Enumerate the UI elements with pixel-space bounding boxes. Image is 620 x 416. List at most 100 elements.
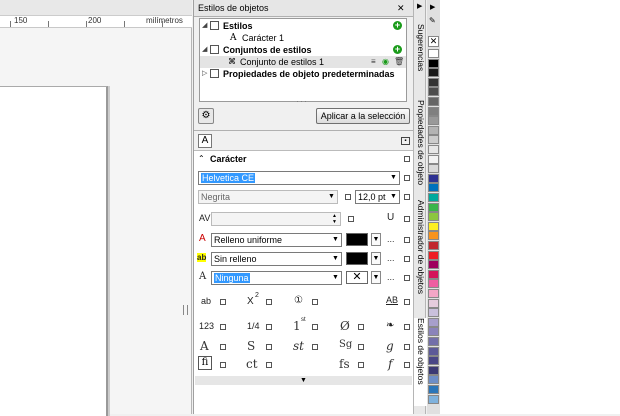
palette-swatch[interactable] bbox=[428, 202, 439, 212]
tree-item-style-set1[interactable]: ⌘ Conjunto de estilos 1 ≡ ◉ 🗑 bbox=[200, 56, 406, 68]
add-style-icon[interactable]: + bbox=[393, 21, 402, 30]
ordinals-checkbox[interactable] bbox=[312, 324, 318, 330]
tree-item-defaults[interactable]: ▷ Propiedades de objeto predeterminadas bbox=[200, 68, 406, 80]
fractions-checkbox[interactable] bbox=[266, 324, 272, 330]
case-checkbox[interactable] bbox=[220, 299, 226, 305]
palette-swatch[interactable] bbox=[428, 58, 439, 68]
ornaments-checkbox[interactable] bbox=[404, 324, 410, 330]
palette-swatch[interactable] bbox=[428, 241, 439, 250]
ordinal-circle-icon[interactable]: ① bbox=[294, 295, 303, 306]
document-page[interactable] bbox=[0, 86, 108, 416]
palette-swatch[interactable] bbox=[428, 327, 439, 337]
fill-more-button[interactable]: ... bbox=[387, 234, 395, 244]
slashed-zero-checkbox[interactable] bbox=[358, 324, 364, 330]
palette-swatch[interactable] bbox=[428, 125, 439, 135]
style-options-button[interactable]: ⚙ bbox=[198, 108, 214, 124]
font-style-checkbox[interactable] bbox=[345, 194, 351, 200]
character-tab-icon[interactable]: A bbox=[198, 134, 212, 148]
palette-swatch[interactable] bbox=[428, 394, 439, 404]
outline-color-swatch[interactable]: ✕ bbox=[346, 271, 368, 284]
tree-item-styles[interactable]: ◢ Estilos + bbox=[200, 20, 406, 32]
background-row-checkbox[interactable] bbox=[404, 256, 410, 262]
palette-swatch[interactable] bbox=[428, 145, 439, 154]
background-color-swatch[interactable] bbox=[346, 252, 368, 265]
palette-swatch[interactable] bbox=[428, 212, 439, 222]
outline-more-button[interactable]: ... bbox=[387, 272, 395, 282]
tab-object-properties[interactable]: Propiedades de objeto bbox=[414, 100, 427, 195]
expand-icon[interactable]: ▷ bbox=[202, 68, 207, 80]
splitter-grip[interactable] bbox=[183, 305, 188, 315]
kerning-checkbox[interactable] bbox=[348, 216, 354, 222]
tree-item-caracter1[interactable]: A Carácter 1 bbox=[200, 32, 406, 44]
palette-swatch[interactable] bbox=[428, 77, 439, 87]
palette-swatch[interactable] bbox=[428, 221, 439, 231]
palette-swatch[interactable] bbox=[428, 116, 439, 126]
underline-checkbox[interactable] bbox=[404, 216, 410, 222]
palette-swatch[interactable] bbox=[428, 279, 439, 289]
ordinals-icon[interactable]: 1 bbox=[293, 319, 301, 333]
splitter[interactable] bbox=[181, 30, 191, 414]
stylistic-set-checkbox[interactable] bbox=[266, 344, 272, 350]
delete-icon[interactable]: 🗑 bbox=[394, 56, 404, 68]
palette-swatch[interactable] bbox=[428, 183, 439, 193]
contextual-alternates-checkbox[interactable] bbox=[358, 344, 364, 350]
palette-swatch[interactable] bbox=[428, 269, 439, 279]
titling-alternates-icon[interactable]: f bbox=[388, 357, 392, 371]
historical-forms-checkbox[interactable] bbox=[404, 344, 410, 350]
outline-color-dropdown[interactable]: ▼ bbox=[371, 271, 381, 284]
palette-swatch[interactable] bbox=[428, 231, 439, 241]
historical-forms-icon[interactable]: g bbox=[386, 339, 394, 353]
ligatures-checkbox[interactable] bbox=[220, 362, 226, 368]
stylistic-alternates-icon[interactable]: st bbox=[293, 339, 304, 353]
palette-swatch[interactable] bbox=[428, 154, 439, 164]
palette-swatch[interactable] bbox=[428, 317, 439, 327]
case-icon[interactable]: ab bbox=[201, 296, 211, 306]
position-checkbox[interactable] bbox=[266, 299, 272, 305]
palette-swatch[interactable] bbox=[428, 308, 439, 318]
palette-swatch[interactable] bbox=[428, 289, 439, 298]
palette-swatch[interactable] bbox=[428, 375, 439, 385]
spinner-icon[interactable]: ▲ ▼ bbox=[329, 213, 340, 225]
palette-swatch[interactable] bbox=[428, 68, 439, 78]
section-checkbox[interactable] bbox=[404, 156, 410, 162]
horizontal-ruler[interactable]: 150 200 milímetros bbox=[0, 16, 192, 28]
font-name-checkbox[interactable] bbox=[404, 175, 410, 181]
collapse-icon[interactable]: ◢ bbox=[202, 44, 207, 56]
palette-swatch[interactable] bbox=[428, 346, 439, 356]
ligatures-icon[interactable]: fi bbox=[198, 356, 212, 370]
titling-alternates-checkbox[interactable] bbox=[404, 362, 410, 368]
apply-icon[interactable]: ≡ bbox=[371, 56, 376, 68]
underline-icon[interactable]: U bbox=[387, 212, 394, 223]
tab-object-manager[interactable]: Administrador de objetos bbox=[414, 200, 427, 312]
ornaments-icon[interactable]: ❧ bbox=[386, 320, 394, 331]
palette-swatch[interactable] bbox=[428, 298, 439, 308]
tab-suggestions[interactable]: Sugerencias bbox=[414, 24, 427, 92]
fill-color-swatch[interactable] bbox=[346, 233, 368, 246]
outline-select[interactable]: Ninguna ▼ bbox=[211, 271, 342, 285]
all-caps-icon[interactable]: AB bbox=[386, 295, 398, 305]
palette-arrow-icon[interactable]: ▶ bbox=[430, 3, 435, 11]
ordinal-checkbox[interactable] bbox=[312, 299, 318, 305]
palette-swatch[interactable] bbox=[428, 337, 439, 346]
palette-swatch[interactable] bbox=[428, 97, 439, 106]
palette-swatch[interactable] bbox=[428, 193, 439, 202]
panel-menu-icon[interactable]: ▪ bbox=[401, 137, 410, 145]
palette-swatch[interactable] bbox=[428, 260, 439, 270]
styles-tree[interactable]: ◢ Estilos + A Carácter 1 ◢ Conjuntos de … bbox=[199, 18, 407, 102]
tree-item-style-sets[interactable]: ◢ Conjuntos de estilos + bbox=[200, 44, 406, 56]
slashed-zero-icon[interactable]: Ø bbox=[340, 319, 350, 333]
palette-swatch[interactable] bbox=[428, 385, 439, 394]
font-size-checkbox[interactable] bbox=[404, 194, 410, 200]
font-style-select[interactable]: Negrita ▼ bbox=[198, 190, 338, 204]
collapse-icon[interactable]: ◢ bbox=[202, 20, 207, 32]
background-more-button[interactable]: ... bbox=[387, 253, 395, 263]
collapse-section-icon[interactable]: ⌃ bbox=[198, 154, 205, 163]
add-style-set-icon[interactable]: + bbox=[393, 45, 402, 54]
select-icon[interactable]: ◉ bbox=[382, 56, 389, 68]
palette-swatch[interactable] bbox=[428, 87, 439, 97]
numerals-icon[interactable]: 123 bbox=[199, 321, 214, 331]
all-caps-checkbox[interactable] bbox=[404, 299, 410, 305]
background-color-dropdown[interactable]: ▼ bbox=[371, 252, 381, 265]
discretionary-ligatures-icon[interactable]: ct bbox=[246, 357, 258, 371]
contextual-alternates-icon[interactable]: Sg bbox=[339, 339, 352, 350]
